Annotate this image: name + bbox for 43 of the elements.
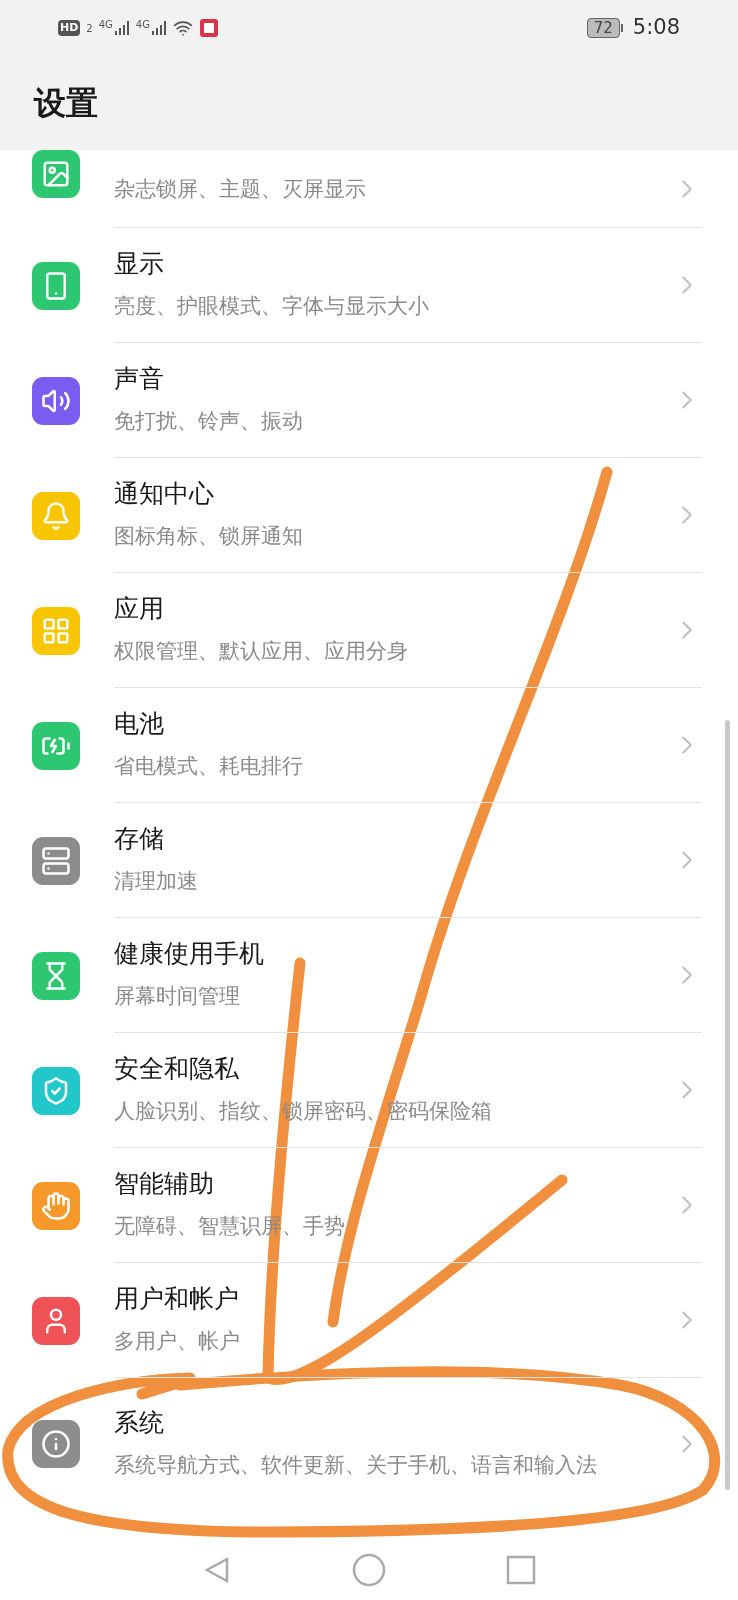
settings-row[interactable]: 声音 免打扰、铃声、振动 xyxy=(0,343,738,458)
settings-row[interactable]: 显示 亮度、护眼模式、字体与显示大小 xyxy=(0,228,738,343)
clock-time: 5:08 xyxy=(632,14,680,42)
row-subtitle: 权限管理、默认应用、应用分身 xyxy=(114,637,409,665)
row-title: 健康使用手机 xyxy=(114,938,265,971)
network-type: 4G xyxy=(98,20,113,30)
settings-row[interactable]: 存储 清理加速 xyxy=(0,803,738,918)
row-subtitle: 多用户、帐户 xyxy=(114,1327,241,1355)
row-title: 存储 xyxy=(114,823,165,856)
page-title: 设置 xyxy=(34,83,98,124)
row-title: 智能辅助 xyxy=(114,1168,215,1201)
row-title: 通知中心 xyxy=(114,478,215,511)
wifi-icon xyxy=(172,18,193,38)
settings-row[interactable]: 应用 权限管理、默认应用、应用分身 xyxy=(0,573,738,688)
settings-row[interactable]: 通知中心 图标角标、锁屏通知 xyxy=(0,458,738,573)
row-title: 电池 xyxy=(114,708,165,741)
row-title: 声音 xyxy=(114,363,165,396)
sim-number: 2 xyxy=(86,21,93,36)
row-subtitle: 清理加速 xyxy=(114,867,199,895)
battery-level: 72 xyxy=(586,18,620,38)
row-subtitle: 屏幕时间管理 xyxy=(114,982,241,1010)
settings-row[interactable]: 用户和帐户 多用户、帐户 xyxy=(0,1263,738,1378)
network-type: 4G xyxy=(135,20,150,30)
signal-icon xyxy=(150,20,167,36)
settings-row[interactable]: 健康使用手机 屏幕时间管理 xyxy=(0,918,738,1033)
row-subtitle: 图标角标、锁屏通知 xyxy=(114,522,304,550)
row-title: 安全和隐私 xyxy=(114,1053,240,1086)
row-subtitle: 省电模式、耗电排行 xyxy=(114,752,304,780)
recents-icon[interactable] xyxy=(506,1555,536,1585)
home-icon[interactable] xyxy=(352,1553,386,1587)
row-subtitle: 杂志锁屏、主题、灭屏显示 xyxy=(114,175,367,203)
row-title: 应用 xyxy=(114,593,165,626)
row-title: 显示 xyxy=(114,248,165,281)
hd-badge: HD xyxy=(58,20,81,36)
signal-icon xyxy=(113,20,130,36)
row-title: 用户和帐户 xyxy=(114,1283,240,1316)
settings-row[interactable]: 电池 省电模式、耗电排行 xyxy=(0,688,738,803)
row-subtitle: 亮度、护眼模式、字体与显示大小 xyxy=(114,292,430,320)
row-title: 系统 xyxy=(114,1407,165,1440)
book-icon xyxy=(198,18,219,38)
row-subtitle: 免打扰、铃声、振动 xyxy=(114,407,304,435)
settings-row[interactable]: 系统 系统导航方式、软件更新、关于手机、语言和输入法 xyxy=(0,1378,738,1510)
row-subtitle: 系统导航方式、软件更新、关于手机、语言和输入法 xyxy=(114,1451,598,1479)
